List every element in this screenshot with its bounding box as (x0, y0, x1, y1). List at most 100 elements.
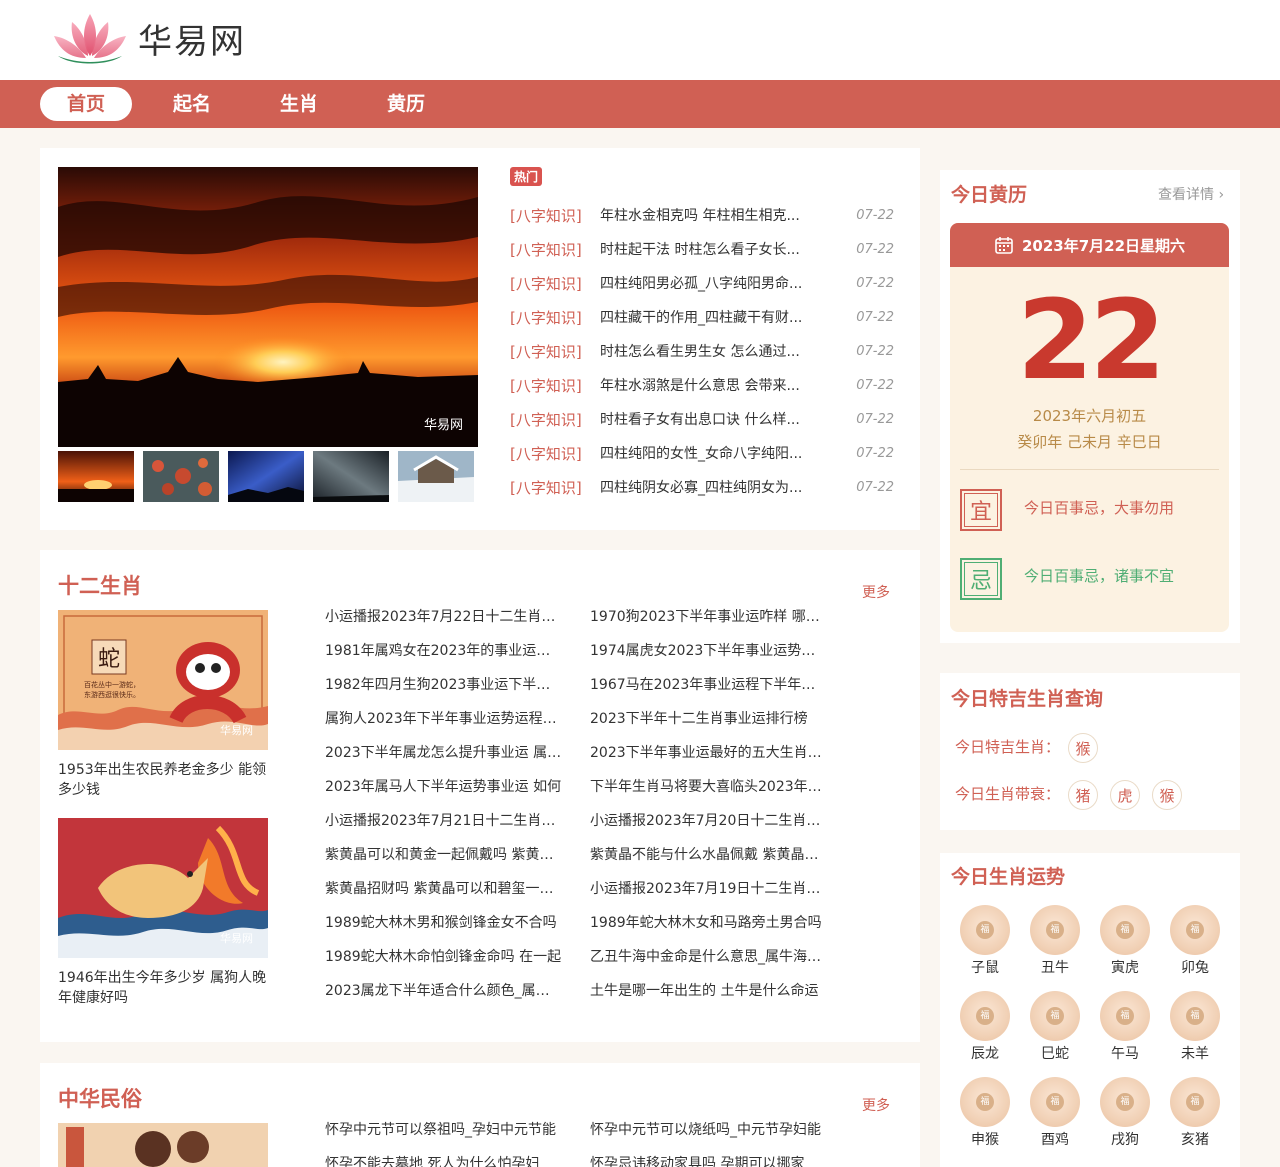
news-category[interactable]: [八字知识] (510, 205, 582, 227)
nav-almanac[interactable]: 黄历 (360, 87, 452, 121)
almanac-detail-link[interactable]: 查看详情 › (1158, 184, 1224, 204)
main-nav: 首页 起名 生肖 黄历 (0, 80, 1280, 128)
news-category[interactable]: [八字知识] (510, 307, 582, 329)
news-title[interactable]: 四柱纯阳男必孤_八字纯阳男命... (600, 273, 830, 295)
news-category[interactable]: [八字知识] (510, 477, 582, 499)
news-item[interactable]: [八字知识] 年柱水金相克吗 年柱相生相克... 07-22 (510, 205, 894, 227)
thumb-night-sky[interactable] (228, 451, 304, 502)
dog-article-caption[interactable]: 1946年出生今年多少岁 属狗人晚年健康好吗 (58, 968, 268, 1008)
zodiac-article-link[interactable]: 1989蛇大林木男和猴剑锋金女不合吗 (325, 913, 563, 933)
folk-more-link[interactable]: 更多 (862, 1095, 890, 1115)
thumb-milky-way[interactable] (313, 451, 389, 502)
bad-luck-chip[interactable]: 虎 (1110, 780, 1140, 810)
news-title[interactable]: 时柱起干法 时柱怎么看子女长... (600, 239, 830, 261)
zodiac-fortune-item[interactable]: 福辰龙 (957, 991, 1013, 1063)
news-title[interactable]: 四柱纯阴女必寡_四柱纯阴女为... (600, 477, 830, 499)
nav-zodiac[interactable]: 生肖 (253, 87, 345, 121)
zodiac-article-link[interactable]: 1970狗2023下半年事业运咋样 哪个月 (590, 607, 828, 627)
folk-article-link[interactable]: 怀孕中元节可以祭祖吗_孕妇中元节能 (325, 1120, 563, 1140)
zodiac-article-link[interactable]: 1982年四月生狗2023事业运下半年如何 (325, 675, 563, 695)
yi-seal-char: 宜 (969, 500, 992, 525)
zodiac-fortune-item[interactable]: 福巳蛇 (1027, 991, 1083, 1063)
news-date: 07-22 (856, 242, 894, 257)
news-title[interactable]: 年柱水溺煞是什么意思 会带来... (600, 375, 830, 397)
folk-article-link[interactable]: 怀孕不能去墓地 死人为什么怕孕妇 (325, 1154, 563, 1167)
folk-article-image[interactable] (58, 1123, 268, 1167)
news-category[interactable]: [八字知识] (510, 239, 582, 261)
folk-article-link[interactable]: 怀孕忌讳移动家具吗 孕期可以挪家 (590, 1154, 828, 1167)
snake-article-image[interactable]: 蛇 百花丛中一游蛇，东游西逛很快乐。 华易网 (58, 610, 268, 750)
zodiac-fortune-item[interactable]: 福申猴 (957, 1077, 1013, 1149)
bad-luck-chip[interactable]: 猴 (1152, 780, 1182, 810)
fortune-badge-icon: 福 (1116, 921, 1134, 939)
nav-naming[interactable]: 起名 (146, 87, 238, 121)
zodiac-fortune-item[interactable]: 福丑牛 (1027, 905, 1083, 977)
zodiac-fortune-item[interactable]: 福酉鸡 (1027, 1077, 1083, 1149)
zodiac-fortune-item[interactable]: 福亥猪 (1167, 1077, 1223, 1149)
nav-home[interactable]: 首页 (40, 87, 132, 121)
dog-article-image[interactable]: 华易网 (58, 818, 268, 958)
zodiac-fortune-item[interactable]: 福未羊 (1167, 991, 1223, 1063)
news-item[interactable]: [八字知识] 四柱纯阳男必孤_八字纯阳男命... 07-22 (510, 273, 894, 295)
zodiac-article-link[interactable]: 1989蛇大林木命怕剑锋金命吗 在一起 (325, 947, 563, 967)
news-item[interactable]: [八字知识] 四柱藏干的作用_四柱藏干有财... 07-22 (510, 307, 894, 329)
zodiac-fortune-item[interactable]: 福寅虎 (1097, 905, 1153, 977)
zodiac-name: 申猴 (971, 1132, 999, 1148)
zodiac-fortune-item[interactable]: 福午马 (1097, 991, 1153, 1063)
zodiac-article-link[interactable]: 属狗人2023年下半年事业运势运程如何 (325, 709, 563, 729)
news-category[interactable]: [八字知识] (510, 341, 582, 363)
news-category[interactable]: [八字知识] (510, 409, 582, 431)
news-title[interactable]: 时柱怎么看生男生女 怎么通过... (600, 341, 830, 363)
news-item[interactable]: [八字知识] 时柱看子女有出息口诀 什么样... 07-22 (510, 409, 894, 431)
zodiac-fortune-item[interactable]: 福卯兔 (1167, 905, 1223, 977)
zodiac-animal-icon: 福 (1170, 905, 1220, 955)
news-item[interactable]: [八字知识] 时柱怎么看生男生女 怎么通过... 07-22 (510, 341, 894, 363)
site-logo[interactable]: 华易网 (48, 10, 246, 66)
thumb-snow-house[interactable] (398, 451, 474, 502)
news-category[interactable]: [八字知识] (510, 375, 582, 397)
snake-article-caption[interactable]: 1953年出生农民养老金多少 能领多少钱 (58, 760, 268, 800)
zodiac-article-link[interactable]: 1981年属鸡女在2023年的事业运下半年 (325, 641, 563, 661)
thumb-flowers-image (143, 451, 219, 502)
zodiac-more-link[interactable]: 更多 (862, 582, 890, 602)
news-title[interactable]: 时柱看子女有出息口诀 什么样... (600, 409, 830, 431)
lucky-chip[interactable]: 猴 (1068, 733, 1098, 763)
zodiac-article-link[interactable]: 2023下半年属龙怎么提升事业运 属龙人 (325, 743, 563, 763)
zodiac-article-link[interactable]: 土牛是哪一年出生的 土牛是什么命运 (590, 981, 828, 1001)
zodiac-article-link[interactable]: 小运播报2023年7月20日十二生肖运势 (590, 811, 828, 831)
zodiac-article-link[interactable]: 1989年蛇大林木女和马路旁土男合吗 (590, 913, 828, 933)
hero-image[interactable]: 华易网 (58, 167, 478, 447)
zodiac-article-link[interactable]: 小运播报2023年7月21日十二生肖运势 (325, 811, 563, 831)
zodiac-article-link[interactable]: 紫黄晶可以和黄金一起佩戴吗 紫黄晶的 (325, 845, 563, 865)
zodiac-name: 亥猪 (1181, 1132, 1209, 1148)
news-item[interactable]: [八字知识] 时柱起干法 时柱怎么看子女长... 07-22 (510, 239, 894, 261)
zodiac-article-link[interactable]: 小运播报2023年7月22日十二生肖运势 (325, 607, 563, 627)
zodiac-article-link[interactable]: 2023下半年十二生肖事业运排行榜 (590, 709, 828, 729)
news-item[interactable]: [八字知识] 四柱纯阴女必寡_四柱纯阴女为... 07-22 (510, 477, 894, 499)
zodiac-article-link[interactable]: 小运播报2023年7月19日十二生肖运势 (590, 879, 828, 899)
zodiac-fortune-item[interactable]: 福子鼠 (957, 905, 1013, 977)
zodiac-article-link[interactable]: 2023年属马人下半年运势事业运 如何 (325, 777, 563, 797)
zodiac-animal-icon: 福 (1030, 1077, 1080, 1127)
news-title[interactable]: 四柱纯阳的女性_女命八字纯阳... (600, 443, 830, 465)
news-item[interactable]: [八字知识] 年柱水溺煞是什么意思 会带来... 07-22 (510, 375, 894, 397)
news-date: 07-22 (856, 378, 894, 393)
news-item[interactable]: [八字知识] 四柱纯阳的女性_女命八字纯阳... 07-22 (510, 443, 894, 465)
news-category[interactable]: [八字知识] (510, 273, 582, 295)
zodiac-fortune-item[interactable]: 福戌狗 (1097, 1077, 1153, 1149)
folk-article-link[interactable]: 怀孕中元节可以烧纸吗_中元节孕妇能 (590, 1120, 828, 1140)
zodiac-article-link[interactable]: 紫黄晶招财吗 紫黄晶可以和碧玺一起戴 (325, 879, 563, 899)
zodiac-article-link[interactable]: 1967马在2023年事业运程下半年发展 (590, 675, 828, 695)
news-title[interactable]: 四柱藏干的作用_四柱藏干有财... (600, 307, 830, 329)
zodiac-article-link[interactable]: 下半年生肖马将要大喜临头2023年事业 (590, 777, 828, 797)
zodiac-article-link[interactable]: 1974属虎女2023下半年事业运势好吗 (590, 641, 828, 661)
thumb-flowers[interactable] (143, 451, 219, 502)
zodiac-article-link[interactable]: 乙丑牛海中金命是什么意思_属牛海中金 (590, 947, 828, 967)
bad-luck-chip[interactable]: 猪 (1068, 780, 1098, 810)
news-category[interactable]: [八字知识] (510, 443, 582, 465)
zodiac-article-link[interactable]: 2023下半年事业运最好的五大生肖排行 (590, 743, 828, 763)
thumb-sunset[interactable] (58, 451, 134, 502)
zodiac-article-link[interactable]: 紫黄晶不能与什么水晶佩戴 紫黄晶禁忌 (590, 845, 828, 865)
news-title[interactable]: 年柱水金相克吗 年柱相生相克... (600, 205, 830, 227)
zodiac-article-link[interactable]: 2023属龙下半年适合什么颜色_属龙人 (325, 981, 563, 1001)
